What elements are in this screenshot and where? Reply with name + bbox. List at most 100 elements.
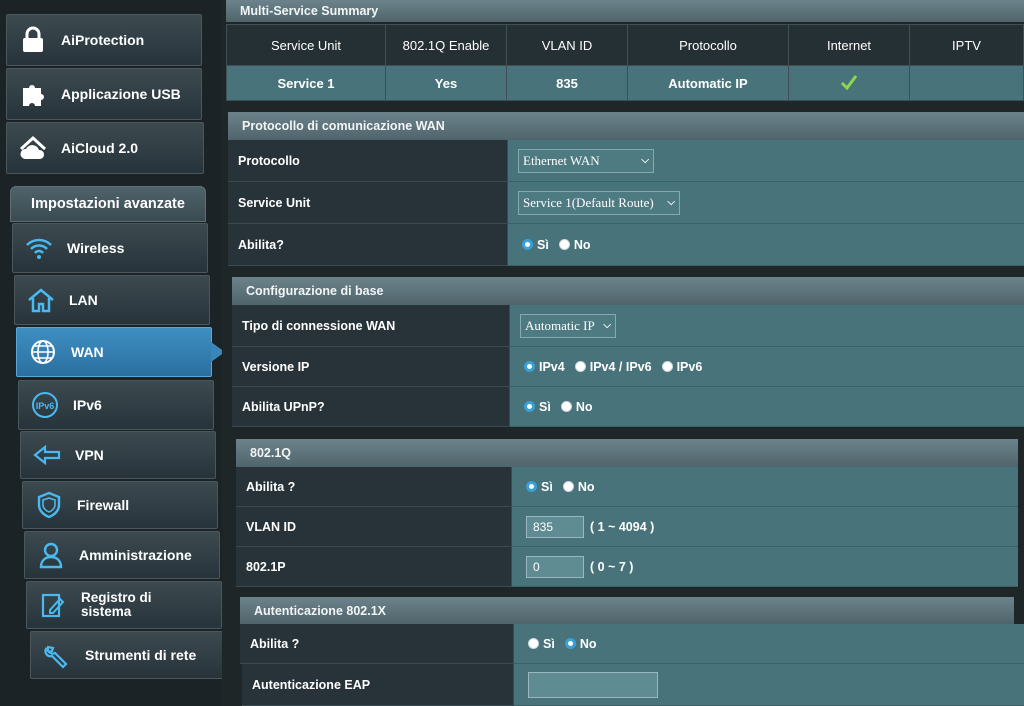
radio-selected[interactable]: [522, 239, 533, 250]
upnp-label: Abilita UPnP?: [232, 387, 510, 427]
column-header: VLAN ID: [506, 24, 628, 66]
upnp-value-cell: Sì No: [510, 387, 1024, 427]
sidebar-item-label: Wireless: [67, 240, 125, 256]
protocol-select-wrap[interactable]: Ethernet WAN ⌵: [518, 148, 654, 173]
conn-type-row: Tipo di connessione WAN Automatic IP ⌵: [232, 305, 1024, 347]
wan-protocol-title: Protocollo di comunicazione WAN: [228, 112, 1024, 140]
sidebar-item-aicloud[interactable]: AiCloud 2.0: [6, 122, 204, 174]
vlan-id-input[interactable]: [526, 515, 584, 538]
cloud-icon: [15, 135, 51, 161]
radio-selected[interactable]: [524, 361, 535, 372]
advanced-settings-header: Impostazioni avanzate: [10, 186, 206, 222]
radio-label: Sì: [541, 479, 553, 494]
column-header: 802.1Q Enable: [385, 24, 507, 66]
sidebar-item-firewall[interactable]: Firewall: [22, 481, 218, 529]
radio-selected[interactable]: [524, 401, 535, 412]
sidebar-item-label: Registro di sistema: [81, 591, 152, 619]
eap-value-cell: [514, 664, 1024, 706]
summary-table: Service Unit 802.1Q Enable VLAN ID Proto…: [226, 24, 1024, 101]
dot1p-input[interactable]: [526, 555, 584, 578]
radio-label: Sì: [539, 399, 551, 414]
upnp-row: Abilita UPnP? Sì No: [232, 387, 1024, 427]
user-icon: [33, 541, 69, 569]
radio-unselected[interactable]: [560, 401, 572, 412]
wan-enable-value-cell: Sì No: [508, 224, 1024, 266]
radio-selected[interactable]: [526, 481, 537, 492]
radio-label: IPv4 / IPv6: [589, 359, 652, 374]
label-line-2: sistema: [81, 604, 132, 619]
globe-icon: [25, 338, 61, 366]
tools-icon: [39, 641, 75, 669]
upnp-yes[interactable]: Sì: [524, 400, 551, 414]
sidebar-item-wireless[interactable]: Wireless: [12, 223, 208, 273]
wan-enable-no[interactable]: No: [558, 238, 590, 252]
vlan-id-range: ( 1 ~ 4094 ): [590, 519, 655, 534]
service-unit-select-wrap[interactable]: Service 1(Default Route) ⌵: [518, 190, 680, 215]
dot1p-label: 802.1P: [236, 547, 512, 587]
radio-label: No: [577, 479, 595, 494]
sidebar-item-label: Applicazione USB: [61, 86, 181, 102]
dot1x-enable-value-cell: Sì No: [514, 624, 1024, 664]
dot1x-enable-yes[interactable]: Sì: [528, 637, 555, 651]
cell-service-unit: Service 1: [226, 65, 386, 101]
ip-option-ipv4[interactable]: IPv4: [524, 360, 565, 374]
basic-config-title: Configurazione di base: [232, 277, 1024, 305]
dot1p-row: 802.1P ( 0 ~ 7 ): [236, 547, 1018, 587]
radio-unselected[interactable]: [558, 239, 570, 250]
sidebar-item-label: VPN: [75, 447, 104, 463]
radio-label: No: [575, 399, 593, 414]
radio-unselected[interactable]: [562, 481, 574, 492]
radio-unselected[interactable]: [661, 361, 673, 372]
sidebar: AiProtection Applicazione USB AiCloud 2.…: [0, 0, 225, 706]
ip-option-ipv4-ipv6[interactable]: IPv4 / IPv6: [574, 359, 652, 374]
sidebar-item-ipv6[interactable]: IPv6 IPv6: [18, 380, 214, 430]
cell-internet: [788, 65, 910, 101]
upnp-no[interactable]: No: [560, 399, 593, 414]
cell-iptv: [909, 65, 1024, 101]
dot1q-enable-value-cell: Sì No: [512, 467, 1018, 507]
protocol-select[interactable]: Ethernet WAN: [518, 148, 654, 173]
dot1q-enable-no[interactable]: No: [562, 479, 595, 494]
conn-type-select[interactable]: Automatic IP: [520, 313, 616, 338]
sidebar-item-wan[interactable]: WAN: [16, 327, 225, 377]
sidebar-item-label: AiCloud 2.0: [61, 140, 139, 156]
conn-type-value-cell: Automatic IP ⌵: [510, 305, 1024, 347]
cell-enable: Yes: [385, 65, 507, 101]
column-header: IPTV: [909, 24, 1024, 66]
vlan-id-value-cell: ( 1 ~ 4094 ): [512, 507, 1018, 547]
radio-label: No: [579, 636, 597, 651]
dot1p-value-cell: ( 0 ~ 7 ): [512, 547, 1018, 587]
table-header-row: Service Unit 802.1Q Enable VLAN ID Proto…: [226, 24, 1024, 66]
sidebar-item-lan[interactable]: LAN: [14, 275, 210, 325]
sidebar-item-aiprotection[interactable]: AiProtection: [6, 14, 202, 66]
protocol-row: Protocollo Ethernet WAN ⌵: [228, 140, 1024, 182]
dot1x-enable-no[interactable]: No: [564, 636, 597, 651]
radio-label: IPv6: [676, 359, 703, 374]
sidebar-item-vpn[interactable]: VPN: [20, 431, 216, 479]
radio-unselected[interactable]: [574, 361, 586, 372]
radio-unselected[interactable]: [528, 638, 539, 649]
sidebar-item-usb-application[interactable]: Applicazione USB: [6, 68, 202, 120]
radio-selected[interactable]: [564, 638, 576, 649]
ip-version-label: Versione IP: [232, 347, 510, 387]
cell-protocol: Automatic IP: [627, 65, 789, 101]
vlan-id-label: VLAN ID: [236, 507, 512, 547]
service-unit-row: Service Unit Service 1(Default Route) ⌵: [228, 182, 1024, 224]
dot1q-enable-yes[interactable]: Sì: [526, 480, 553, 494]
ip-version-row: Versione IP IPv4 IPv4 / IPv6 IPv6: [232, 347, 1024, 387]
conn-type-select-wrap[interactable]: Automatic IP ⌵: [520, 313, 616, 338]
ip-option-ipv6[interactable]: IPv6: [661, 359, 703, 374]
wan-enable-yes[interactable]: Sì: [522, 238, 549, 252]
eap-input[interactable]: [528, 671, 658, 698]
dot1p-range: ( 0 ~ 7 ): [590, 559, 634, 574]
service-unit-select[interactable]: Service 1(Default Route): [518, 190, 680, 215]
check-icon: [840, 74, 858, 93]
column-header: Service Unit: [226, 24, 386, 66]
radio-label: IPv4: [539, 359, 565, 374]
protocol-value-cell: Ethernet WAN ⌵: [508, 140, 1024, 182]
sidebar-item-administration[interactable]: Amministrazione: [24, 531, 220, 579]
dot1q-enable-label: Abilita ?: [236, 467, 512, 507]
sidebar-item-system-log[interactable]: Registro di sistema: [26, 581, 222, 629]
sidebar-item-network-tools[interactable]: Strumenti di rete: [30, 631, 224, 679]
service-unit-value-cell: Service 1(Default Route) ⌵: [508, 182, 1024, 224]
